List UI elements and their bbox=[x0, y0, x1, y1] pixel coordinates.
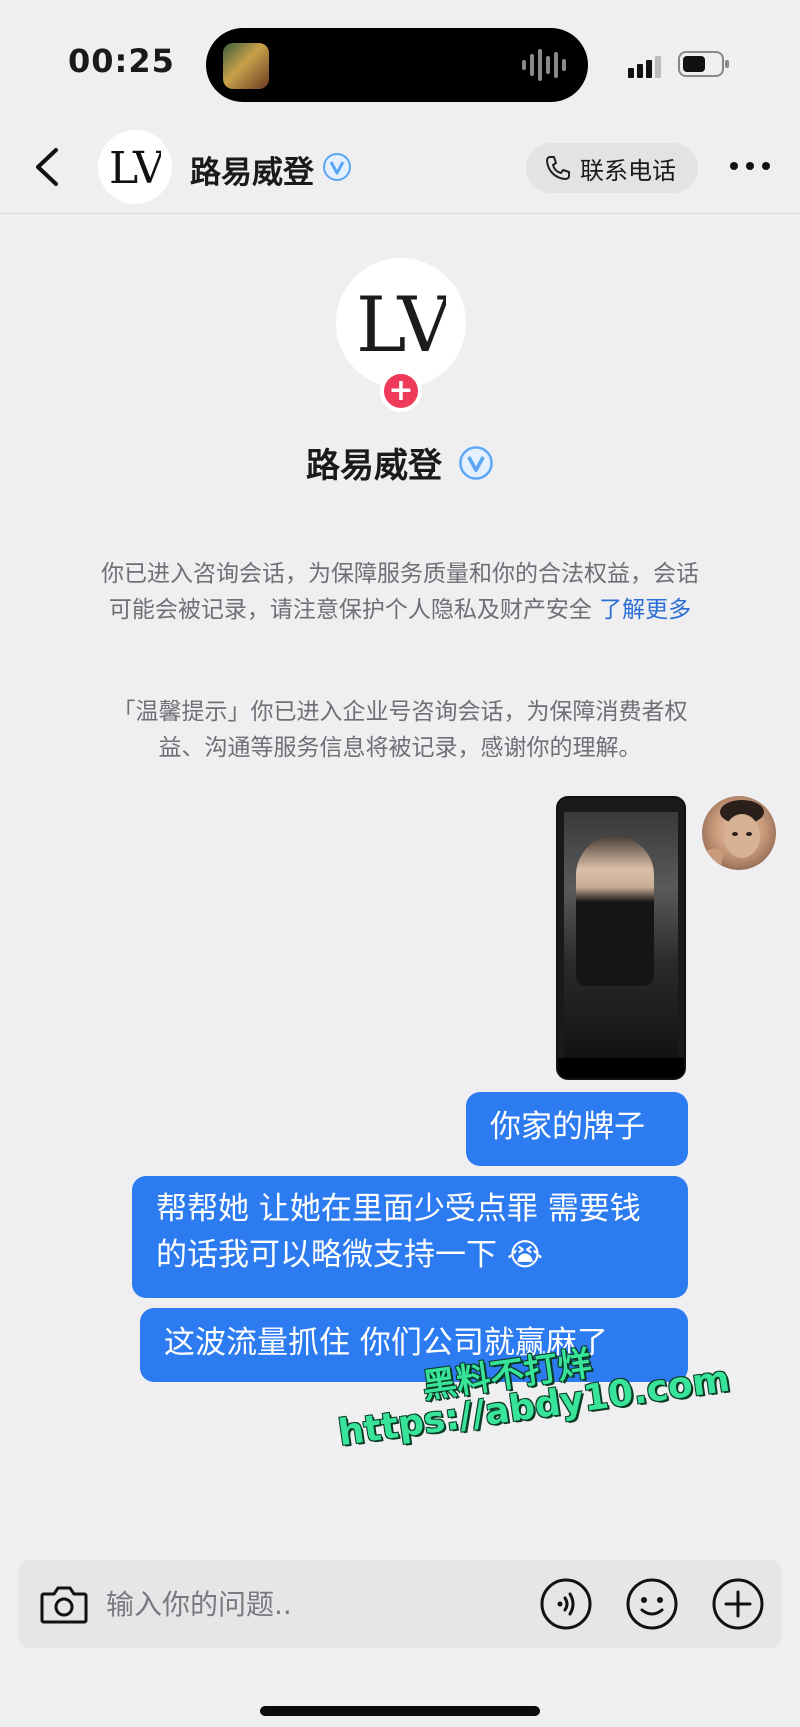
profile-name-row: 路易威登 bbox=[0, 438, 800, 487]
learn-more-link[interactable]: 了解更多 bbox=[599, 597, 691, 623]
chat-title: 路易威登 bbox=[190, 155, 314, 191]
signal-icon bbox=[628, 56, 661, 78]
audio-waveform-icon bbox=[522, 48, 566, 82]
lv-logo-icon: LV bbox=[356, 285, 446, 361]
dynamic-island[interactable] bbox=[206, 28, 588, 102]
user-face-icon bbox=[702, 800, 764, 870]
contact-phone-label: 联系电话 bbox=[580, 156, 676, 185]
phone-icon bbox=[546, 156, 570, 180]
contact-phone-button[interactable]: 联系电话 bbox=[526, 143, 698, 193]
screenshot-person bbox=[576, 836, 654, 986]
add-attachment-icon[interactable] bbox=[710, 1576, 766, 1632]
lv-logo-icon: LV bbox=[109, 145, 161, 189]
now-playing-app-icon bbox=[223, 43, 269, 89]
user-avatar[interactable] bbox=[702, 796, 776, 870]
verified-badge-icon bbox=[459, 445, 493, 480]
voice-input-icon[interactable] bbox=[538, 1576, 594, 1632]
emoji-icon[interactable] bbox=[624, 1576, 680, 1632]
brand-avatar[interactable]: LV bbox=[98, 130, 172, 204]
follow-plus-button[interactable]: + bbox=[380, 370, 422, 412]
profile-name: 路易威登 bbox=[306, 446, 442, 486]
chat-header: LV 路易威登 联系电话 bbox=[0, 120, 800, 214]
verified-badge-icon bbox=[323, 153, 351, 181]
more-options-icon[interactable] bbox=[728, 154, 772, 178]
message-input-bar bbox=[18, 1560, 782, 1648]
question-input[interactable] bbox=[106, 1580, 486, 1628]
message-bubble[interactable]: 帮帮她 让她在里面少受点罪 需要钱的话我可以略微支持一下 😭 bbox=[132, 1176, 688, 1298]
status-time: 00:25 bbox=[68, 42, 175, 80]
profile-avatar[interactable]: LV bbox=[336, 258, 466, 388]
back-arrow-icon[interactable] bbox=[30, 146, 66, 188]
svg-text:LV: LV bbox=[356, 285, 446, 361]
camera-icon[interactable] bbox=[36, 1576, 92, 1632]
home-indicator[interactable] bbox=[260, 1706, 540, 1716]
battery-icon bbox=[678, 51, 729, 77]
screenshot-tabbar bbox=[558, 1058, 684, 1078]
privacy-notice: 你已进入咨询会话，为保障服务质量和你的合法权益，会话可能会被记录，请注意保护个人… bbox=[90, 556, 710, 628]
chat-screen: 00:25 LV 路易威登 联系电话 LV + 路易威登 你已进入咨询会话，为保… bbox=[0, 0, 800, 1727]
message-bubble[interactable]: 这波流量抓住 你们公司就赢麻了 bbox=[140, 1308, 688, 1382]
status-bar: 00:25 bbox=[0, 0, 800, 120]
image-message-screenshot[interactable] bbox=[556, 796, 686, 1080]
message-bubble[interactable]: 你家的牌子 bbox=[466, 1092, 688, 1166]
svg-text:LV: LV bbox=[109, 145, 161, 189]
warm-tip-notice: 「温馨提示」你已进入企业号咨询会话，为保障消费者权益、沟通等服务信息将被记录，感… bbox=[112, 699, 688, 761]
